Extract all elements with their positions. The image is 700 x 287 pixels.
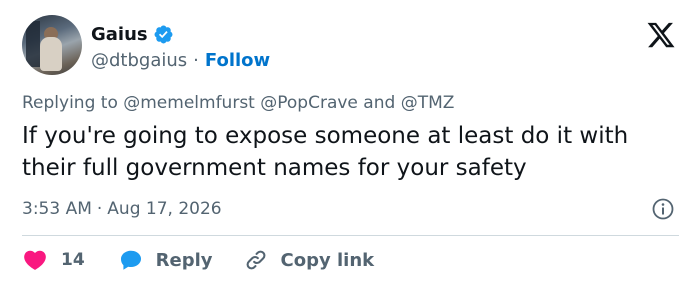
- like-count: 14: [61, 250, 85, 270]
- avatar[interactable]: [22, 15, 82, 75]
- link-icon: [246, 250, 265, 270]
- tweet-timestamp[interactable]: 3:53 AM · Aug 17, 2026: [22, 199, 222, 219]
- divider: [22, 235, 679, 236]
- tweet-header: Gaius @dtbgaius · Follow: [22, 15, 682, 77]
- avatar-figure: [40, 37, 62, 71]
- info-icon[interactable]: [651, 197, 675, 221]
- author-handle[interactable]: @dtbgaius: [91, 50, 187, 71]
- copy-link-button[interactable]: Copy link: [243, 247, 375, 273]
- action-bar: 14 Reply Copy link: [22, 246, 374, 274]
- mention-link[interactable]: @PopCrave: [260, 93, 358, 113]
- author-handle-row: @dtbgaius · Follow: [91, 48, 270, 72]
- handle-separator: ·: [193, 49, 199, 71]
- reply-context-prefix: Replying to: [22, 93, 118, 113]
- heart-icon: [24, 250, 46, 270]
- reply-context: Replying to @memelmfurst @PopCrave and @…: [22, 93, 454, 113]
- timestamp-separator: ·: [96, 199, 103, 219]
- tweet-time[interactable]: 3:53 AM: [22, 199, 92, 219]
- verified-badge-icon: [154, 25, 173, 43]
- reply-context-conjunction: and: [363, 93, 396, 113]
- follow-button[interactable]: Follow: [205, 50, 270, 71]
- author-name-row: Gaius: [91, 22, 174, 46]
- avatar-background: [26, 21, 40, 67]
- author-name[interactable]: Gaius: [91, 24, 148, 45]
- copy-link-label: Copy link: [280, 249, 375, 271]
- x-logo-icon[interactable]: [645, 20, 677, 50]
- reply-bubble-icon: [120, 250, 141, 270]
- reply-button[interactable]: Reply: [118, 247, 213, 273]
- tweet-date[interactable]: Aug 17, 2026: [107, 199, 221, 219]
- like-button[interactable]: 14: [22, 247, 85, 273]
- tweet-text: If you're going to expose someone at lea…: [22, 123, 629, 181]
- reply-label: Reply: [155, 249, 213, 271]
- mention-link[interactable]: @memelmfurst: [123, 93, 255, 113]
- mention-link[interactable]: @TMZ: [401, 93, 455, 113]
